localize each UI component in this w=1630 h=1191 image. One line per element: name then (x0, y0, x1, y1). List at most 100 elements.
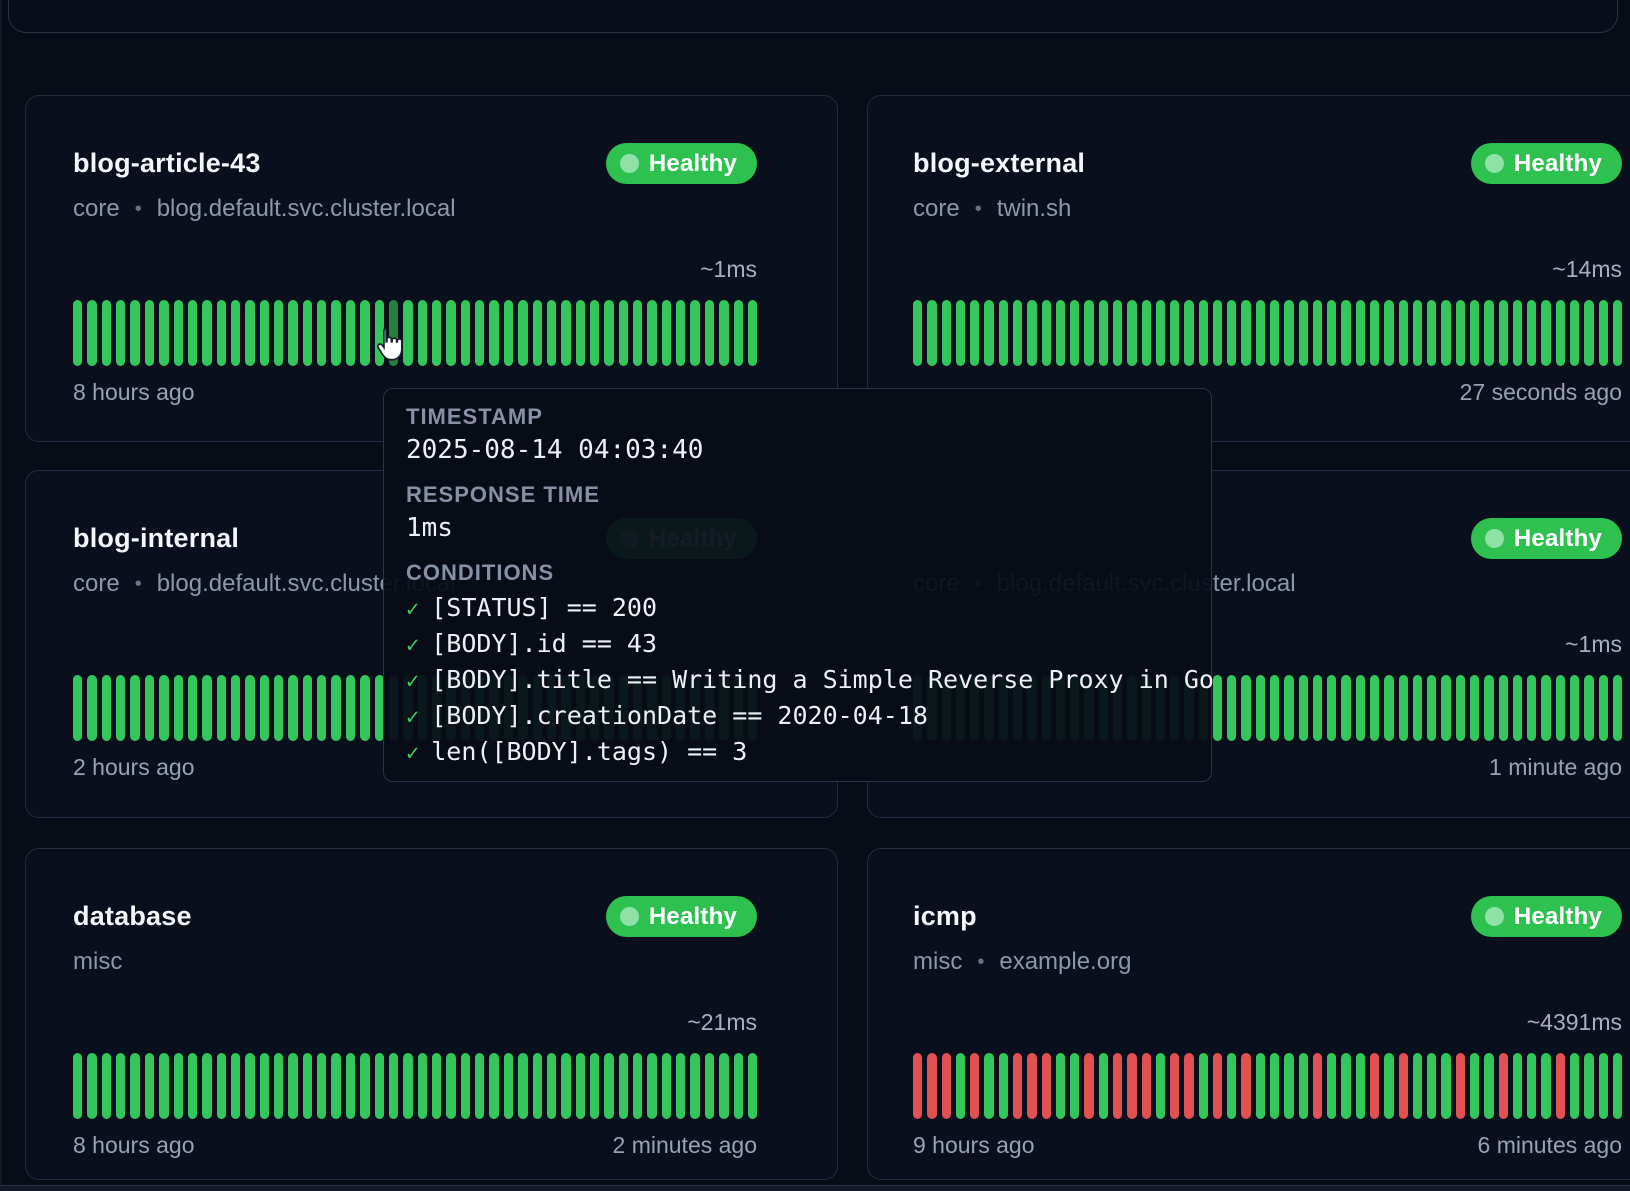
status-bar-success[interactable] (1270, 675, 1279, 741)
status-bar-success[interactable] (102, 675, 111, 741)
status-bar-success[interactable] (145, 300, 154, 366)
status-bar-success[interactable] (1027, 300, 1036, 366)
status-bar-success[interactable] (633, 1053, 642, 1119)
status-bar-success[interactable] (561, 1053, 570, 1119)
status-bar-success[interactable] (231, 1053, 240, 1119)
endpoint-card-icmp[interactable]: icmp misc • example.org Healthy ~4391ms … (867, 848, 1630, 1180)
status-bar-success[interactable] (489, 1053, 498, 1119)
status-bar-success[interactable] (1441, 675, 1450, 741)
status-bar-success[interactable] (676, 300, 685, 366)
status-bar-success[interactable] (1241, 300, 1250, 366)
status-bar-success[interactable] (547, 1053, 556, 1119)
status-bar-success[interactable] (1413, 300, 1422, 366)
status-bar-success[interactable] (331, 675, 340, 741)
status-bar-success[interactable] (590, 1053, 599, 1119)
status-bar-success[interactable] (1127, 300, 1136, 366)
status-bar-success[interactable] (102, 300, 111, 366)
status-bar-success[interactable] (984, 300, 993, 366)
status-bar-success[interactable] (446, 1053, 455, 1119)
status-bar-success[interactable] (705, 1053, 714, 1119)
status-bar-success[interactable] (1356, 675, 1365, 741)
status-bar-success[interactable] (1070, 300, 1079, 366)
status-bar-success[interactable] (418, 300, 427, 366)
status-bar-success[interactable] (1142, 300, 1151, 366)
status-bar-success[interactable] (1227, 675, 1236, 741)
status-bar-success[interactable] (288, 300, 297, 366)
status-bar-failure[interactable] (1027, 1053, 1036, 1119)
status-bar-success[interactable] (1356, 1053, 1365, 1119)
status-bar-success[interactable] (1370, 300, 1379, 366)
status-bar-success[interactable] (360, 675, 369, 741)
status-bar-success[interactable] (174, 300, 183, 366)
status-bar-success[interactable] (446, 300, 455, 366)
status-bar-success[interactable] (633, 300, 642, 366)
status-bar-success[interactable] (748, 300, 757, 366)
status-bar-success[interactable] (619, 1053, 628, 1119)
status-bar-success[interactable] (360, 1053, 369, 1119)
status-bar-success[interactable] (188, 675, 197, 741)
status-bar-success[interactable] (1213, 300, 1222, 366)
status-bar-success[interactable] (1513, 300, 1522, 366)
status-bar-failure[interactable] (1399, 1053, 1408, 1119)
status-bar-success[interactable] (690, 300, 699, 366)
status-bar-success[interactable] (1513, 675, 1522, 741)
status-bar-success[interactable] (260, 675, 269, 741)
status-bar-success[interactable] (188, 1053, 197, 1119)
status-bar-success[interactable] (1513, 1053, 1522, 1119)
status-bar-success[interactable] (1341, 1053, 1350, 1119)
status-bar-success[interactable] (1527, 300, 1536, 366)
status-bar-success[interactable] (87, 1053, 96, 1119)
status-bar-success[interactable] (245, 675, 254, 741)
status-bar-failure[interactable] (1170, 1053, 1179, 1119)
status-bar-success[interactable] (1584, 675, 1593, 741)
status-bar-success[interactable] (1613, 675, 1622, 741)
status-bar-success[interactable] (145, 1053, 154, 1119)
status-bar-success[interactable] (1284, 300, 1293, 366)
status-bar-success[interactable] (1199, 300, 1208, 366)
status-bar-success[interactable] (174, 675, 183, 741)
status-bar-success[interactable] (504, 1053, 513, 1119)
status-bar-success[interactable] (1613, 1053, 1622, 1119)
status-bar-success[interactable] (73, 300, 82, 366)
status-bar-success[interactable] (1384, 300, 1393, 366)
status-bar-success[interactable] (927, 300, 936, 366)
status-bar-success[interactable] (1256, 300, 1265, 366)
status-bar-success[interactable] (202, 675, 211, 741)
status-bar-success[interactable] (1570, 1053, 1579, 1119)
status-bar-success[interactable] (1256, 1053, 1265, 1119)
status-bar-success[interactable] (748, 1053, 757, 1119)
status-bar-success[interactable] (1099, 300, 1108, 366)
status-bar-success[interactable] (1584, 300, 1593, 366)
status-bar-success[interactable] (418, 1053, 427, 1119)
status-bar-success[interactable] (676, 1053, 685, 1119)
status-bar-success[interactable] (1284, 675, 1293, 741)
status-bar-success[interactable] (489, 300, 498, 366)
status-bar-success[interactable] (346, 1053, 355, 1119)
status-bar-success[interactable] (403, 1053, 412, 1119)
status-bar-success[interactable] (1013, 300, 1022, 366)
status-bar-success[interactable] (984, 1053, 993, 1119)
status-bar-success[interactable] (1270, 1053, 1279, 1119)
status-bar-success[interactable] (260, 300, 269, 366)
status-bar-success[interactable] (1570, 675, 1579, 741)
status-bar-success[interactable] (116, 300, 125, 366)
status-bar-success[interactable] (533, 300, 542, 366)
status-bar-success[interactable] (590, 300, 599, 366)
status-bar-success[interactable] (159, 675, 168, 741)
status-bar-success[interactable] (956, 300, 965, 366)
status-bar-success[interactable] (202, 300, 211, 366)
status-bar-success[interactable] (274, 675, 283, 741)
status-bar-success[interactable] (504, 300, 513, 366)
status-bar-success[interactable] (245, 300, 254, 366)
status-bar-success[interactable] (1227, 1053, 1236, 1119)
status-bar-success[interactable] (1070, 1053, 1079, 1119)
status-bar-success[interactable] (999, 1053, 1008, 1119)
status-bar-success[interactable] (1527, 1053, 1536, 1119)
status-bar-failure[interactable] (1241, 1053, 1250, 1119)
status-bar-success[interactable] (461, 1053, 470, 1119)
status-bar-success[interactable] (1470, 1053, 1479, 1119)
status-bar-success[interactable] (260, 1053, 269, 1119)
status-bar-success[interactable] (231, 300, 240, 366)
status-bar-success[interactable] (1299, 300, 1308, 366)
status-bar-success[interactable] (1327, 300, 1336, 366)
